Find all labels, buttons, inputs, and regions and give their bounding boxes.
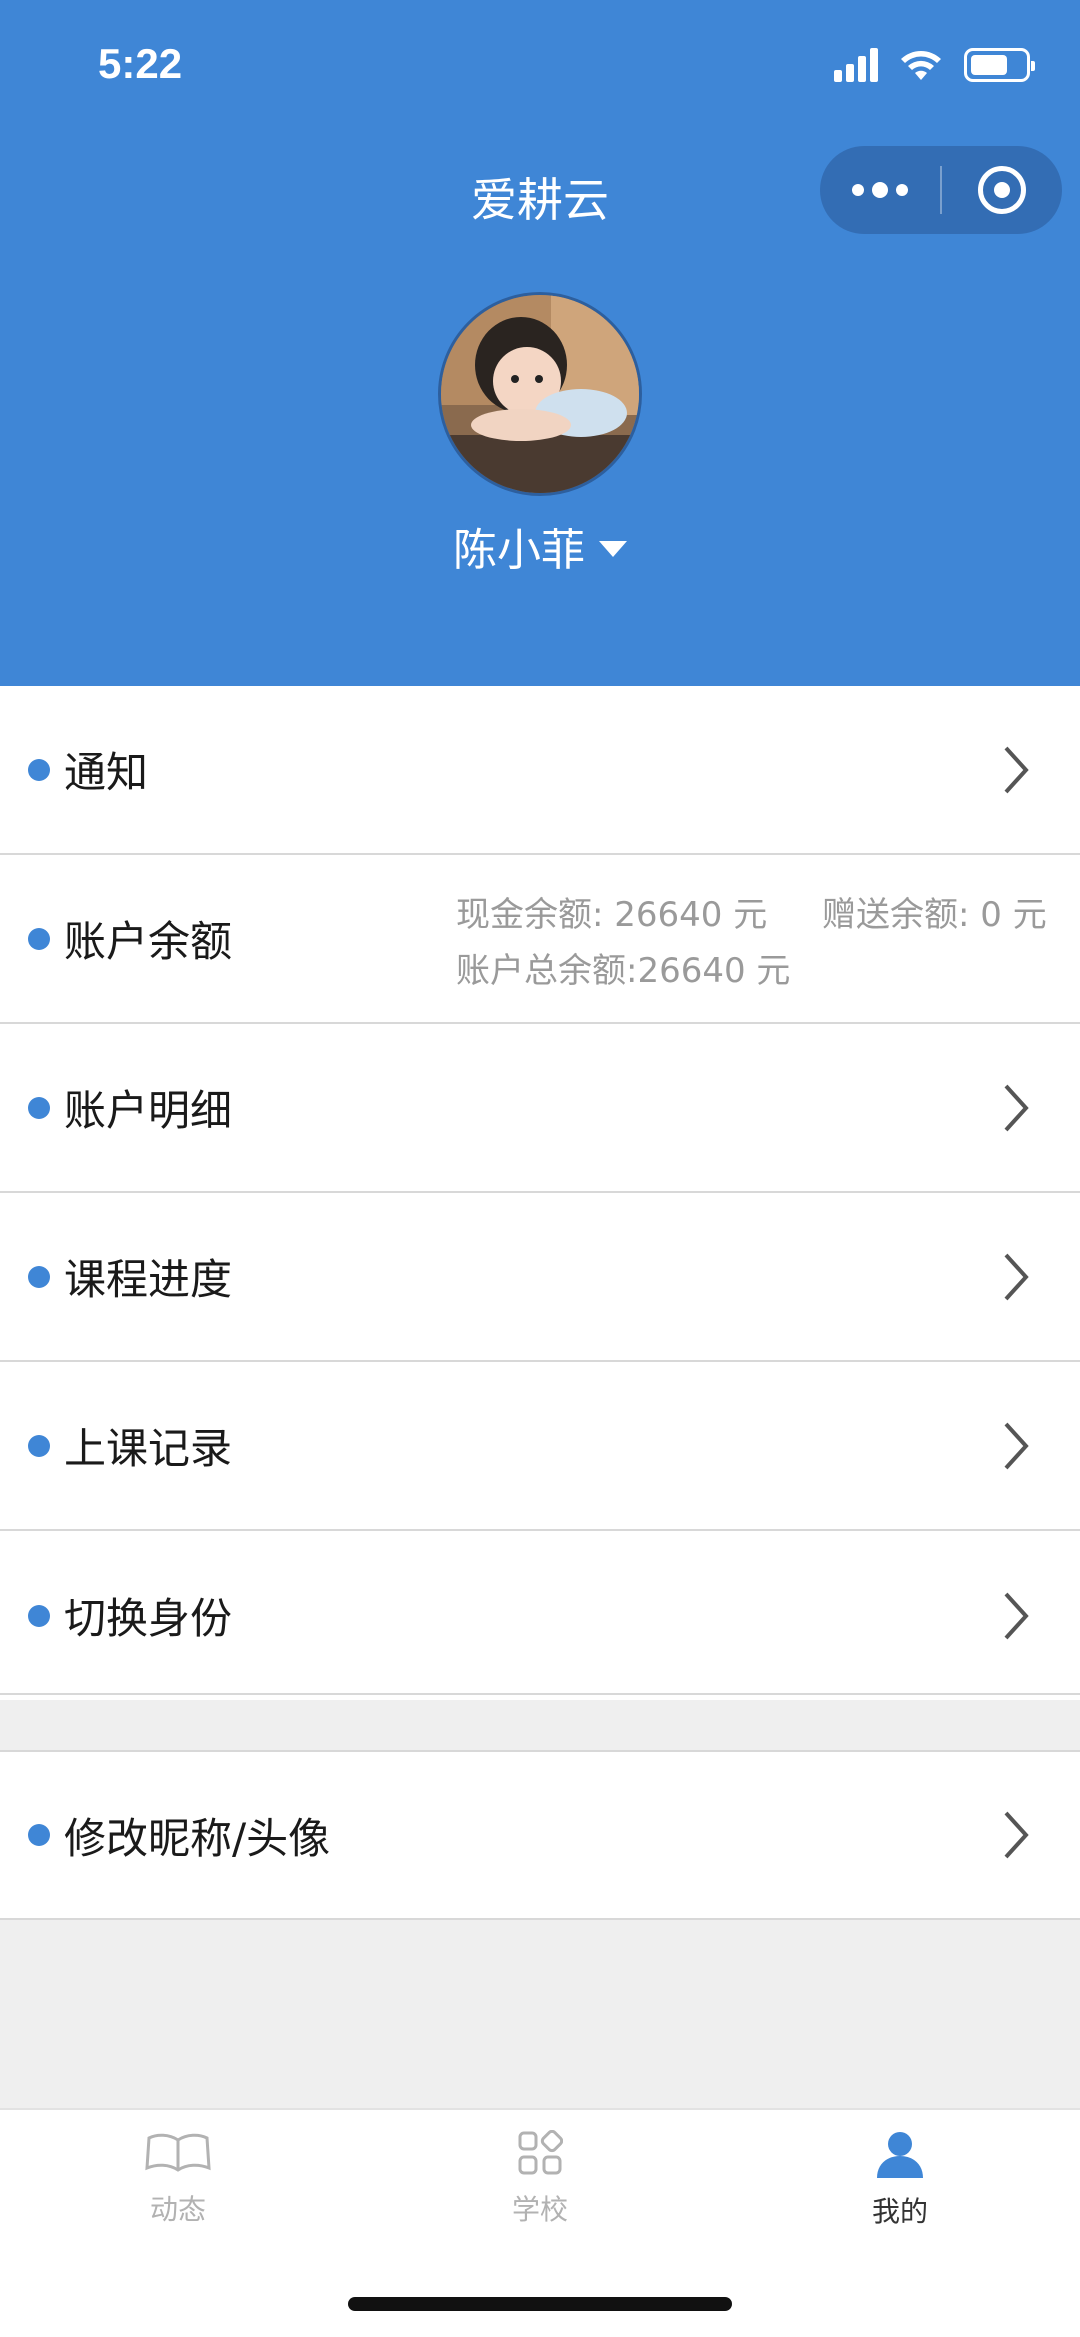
miniprogram-capsule — [820, 146, 1062, 234]
chevron-right-icon — [1004, 746, 1029, 793]
person-icon — [877, 2132, 923, 2178]
tab-mine[interactable]: 我的 — [800, 2130, 1000, 2230]
menu-item-notice[interactable]: 通知 — [0, 686, 1080, 855]
tab-school[interactable]: 学校 — [440, 2130, 640, 2228]
menu-item-balance[interactable]: 账户余额 现金余额: 26640 元 赠送余额: 0 元 账户总余额:26640… — [0, 855, 1080, 1024]
cellular-signal-icon — [834, 48, 878, 82]
tab-label: 动态 — [149, 2193, 206, 2226]
menu-item-label: 上课记录 — [64, 1424, 233, 1473]
menu-item-label: 账户明细 — [64, 1086, 233, 1135]
divider — [0, 1693, 1080, 1695]
menu-item-edit-profile[interactable]: 修改昵称/头像 — [0, 1752, 1080, 1918]
bullet-icon — [28, 1265, 50, 1288]
menu-item-course-progress[interactable]: 课程进度 — [0, 1193, 1080, 1362]
menu-item-account-details[interactable]: 账户明细 — [0, 1024, 1080, 1193]
divider — [0, 1918, 1080, 1920]
profile-header: 5:22 爱耕云 陈小菲 — [0, 0, 1080, 686]
home-indicator — [348, 2297, 732, 2311]
battery-icon — [964, 48, 1035, 82]
menu-item-label: 课程进度 — [64, 1255, 233, 1304]
chevron-right-icon — [1004, 1592, 1029, 1639]
cash-balance: 现金余额: 26640 元 — [456, 895, 768, 935]
avatar[interactable] — [438, 292, 642, 496]
chevron-right-icon — [1004, 1253, 1029, 1300]
tab-label: 学校 — [511, 2193, 568, 2226]
bullet-icon — [28, 758, 50, 781]
menu-list-secondary: 修改昵称/头像 — [0, 1752, 1080, 1918]
more-options-button[interactable] — [820, 146, 940, 234]
balance-info: 现金余额: 26640 元 赠送余额: 0 元 账户总余额:26640 元 — [456, 887, 1047, 999]
username: 陈小菲 — [453, 525, 585, 576]
chevron-right-icon — [1004, 1811, 1029, 1859]
caret-down-icon — [599, 541, 627, 557]
chevron-right-icon — [1004, 1422, 1029, 1469]
menu-item-label: 账户余额 — [64, 917, 233, 966]
bullet-icon — [28, 927, 50, 950]
status-time: 5:22 — [98, 40, 183, 87]
bullet-icon — [28, 1824, 50, 1846]
status-icons — [834, 48, 1035, 82]
avatar-photo — [441, 295, 639, 493]
menu-list: 通知 账户余额 现金余额: 26640 元 赠送余额: 0 元 账户总余额:26… — [0, 686, 1080, 1700]
gift-balance: 赠送余额: 0 元 — [822, 895, 1047, 935]
book-icon — [145, 2133, 211, 2172]
close-miniprogram-button[interactable] — [942, 146, 1062, 234]
bullet-icon — [28, 1604, 50, 1627]
menu-item-label: 修改昵称/头像 — [64, 1813, 331, 1863]
tab-label: 我的 — [871, 2195, 928, 2228]
grid-icon — [518, 2130, 563, 2175]
tab-feed[interactable]: 动态 — [78, 2130, 278, 2228]
bullet-icon — [28, 1096, 50, 1119]
menu-item-label: 通知 — [64, 748, 149, 797]
chevron-right-icon — [1004, 1084, 1029, 1131]
total-balance: 账户总余额:26640 元 — [456, 951, 791, 991]
bullet-icon — [28, 1434, 50, 1457]
menu-item-label: 切换身份 — [64, 1594, 233, 1643]
menu-item-class-records[interactable]: 上课记录 — [0, 1362, 1080, 1531]
wifi-icon — [901, 51, 941, 80]
menu-item-switch-identity[interactable]: 切换身份 — [0, 1531, 1080, 1700]
user-switcher[interactable]: 陈小菲 — [0, 514, 1080, 578]
target-icon — [978, 166, 1026, 214]
